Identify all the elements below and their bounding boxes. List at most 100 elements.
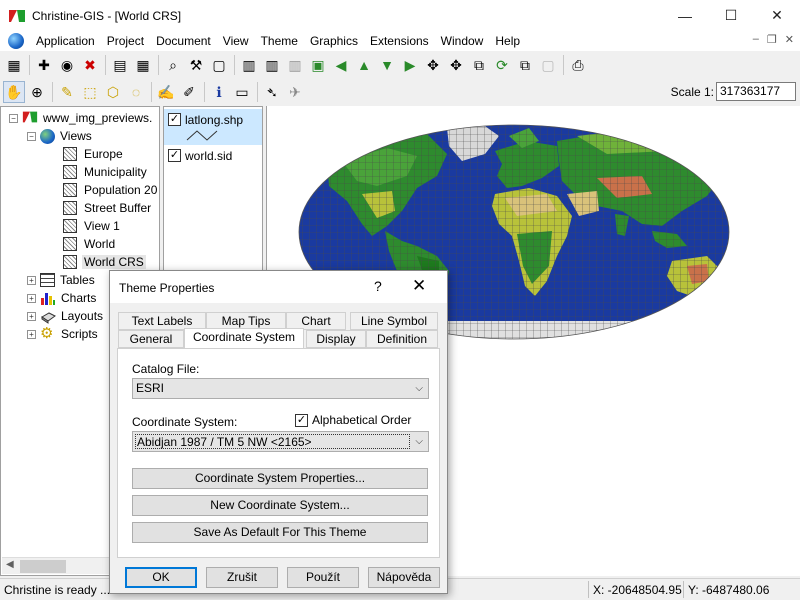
theme-visible-checkbox[interactable]: ✓ — [168, 149, 181, 162]
query-builder-icon[interactable]: ⚒ — [185, 54, 207, 76]
add-theme-icon[interactable]: ✚ — [33, 54, 55, 76]
properties-icon[interactable]: ▦ — [3, 54, 25, 76]
tab-coordinate-system[interactable]: Coordinate System — [184, 328, 304, 348]
pan-down-icon[interactable]: ▼ — [376, 54, 398, 76]
zoom-in-icon[interactable]: ⊕ — [26, 81, 48, 103]
catalog-file-select[interactable]: ESRI ⌵ — [132, 378, 429, 399]
zoom-previous-icon[interactable]: ⧉ — [514, 54, 536, 76]
table-icon — [40, 273, 55, 287]
dialog-close-button[interactable]: ✕ — [412, 276, 426, 296]
save-as-default-button[interactable]: Save As Default For This Theme — [132, 522, 428, 543]
mdi-close-button[interactable]: ✕ — [785, 33, 794, 46]
mdi-restore-button[interactable]: ❐ — [767, 33, 777, 46]
select-icon[interactable]: ⬚ — [79, 81, 101, 103]
clear-selection-icon[interactable]: ▥ — [284, 54, 306, 76]
expand-icon[interactable]: + — [27, 311, 36, 321]
select-features-icon[interactable]: ▥ — [238, 54, 260, 76]
edit-legend-icon[interactable]: ▤ — [109, 54, 131, 76]
scrollbar-thumb[interactable] — [20, 560, 66, 573]
scale-input[interactable]: 317363177 — [716, 82, 796, 101]
legend-theme-world-sid[interactable]: ✓ world.sid — [164, 145, 262, 165]
tree-view-item-selected[interactable]: World CRS — [63, 253, 146, 271]
text-tool-icon[interactable]: ▭ — [231, 81, 253, 103]
measure-icon[interactable]: ✈ — [284, 81, 306, 103]
tree-folder-layouts[interactable]: + Layouts — [27, 307, 105, 325]
label-icon[interactable]: ✐ — [178, 81, 200, 103]
tab-general[interactable]: General — [118, 330, 184, 348]
collapse-icon[interactable]: − — [9, 113, 18, 123]
expand-icon[interactable]: + — [27, 293, 36, 303]
menu-theme[interactable]: Theme — [255, 34, 304, 48]
coordinate-system-properties-button[interactable]: Coordinate System Properties... — [132, 468, 428, 489]
menu-document[interactable]: Document — [150, 34, 217, 48]
view-icon — [63, 201, 77, 215]
select-by-theme-icon[interactable]: ▥ — [261, 54, 283, 76]
zoom-in-fixed-icon[interactable]: ✥ — [422, 54, 444, 76]
collapse-icon[interactable]: − — [27, 131, 36, 141]
menu-window[interactable]: Window — [435, 34, 490, 48]
blank-icon[interactable]: ▢ — [208, 54, 230, 76]
menu-view[interactable]: View — [217, 34, 255, 48]
tree-root[interactable]: − www_img_previews. — [9, 109, 154, 127]
theme-on-icon[interactable]: ◉ — [56, 54, 78, 76]
legend-theme-latlong[interactable]: ✓ latlong.shp — [164, 109, 262, 145]
tab-line-symbol[interactable]: Line Symbol — [350, 312, 438, 330]
help-button[interactable]: Nápověda — [368, 567, 440, 588]
tree-folder-scripts[interactable]: + ⚙ Scripts — [27, 325, 100, 343]
cancel-button[interactable]: Zrušit — [206, 567, 278, 588]
tree-folder-tables[interactable]: + Tables — [27, 271, 97, 289]
tree-view-item[interactable]: Europe — [63, 145, 125, 163]
scroll-left-icon[interactable]: ◀ — [6, 559, 14, 570]
new-coordinate-system-button[interactable]: New Coordinate System... — [132, 495, 428, 516]
open-table-icon[interactable]: ▦ — [132, 54, 154, 76]
theme-visible-checkbox[interactable]: ✓ — [168, 113, 181, 126]
blank2-icon[interactable]: ▢ — [537, 54, 559, 76]
minimize-button[interactable]: — — [662, 0, 708, 31]
menu-application[interactable]: Application — [30, 34, 101, 48]
refresh-icon[interactable]: ⟳ — [491, 54, 513, 76]
select-circle-icon[interactable]: ◌ — [125, 81, 147, 103]
info-icon[interactable]: ℹ — [208, 81, 230, 103]
select-polygon-icon[interactable]: ⬡ — [102, 81, 124, 103]
identify-icon[interactable]: ✎ — [56, 81, 78, 103]
pointer-icon[interactable]: ➴ — [261, 81, 283, 103]
tree-view-item[interactable]: World — [63, 235, 117, 253]
tree-view-item[interactable]: Municipality — [63, 163, 149, 181]
tab-definition[interactable]: Definition — [366, 330, 438, 348]
coordinate-system-label: Coordinate System: — [132, 415, 238, 429]
alphabetical-order-checkbox-row[interactable]: ✓ Alphabetical Order — [295, 413, 411, 427]
pan-up-icon[interactable]: ▲ — [353, 54, 375, 76]
ok-button[interactable]: OK — [125, 567, 197, 588]
tree-folder-views[interactable]: − Views — [27, 127, 94, 145]
pan-hand-icon[interactable]: ✋ — [3, 81, 25, 103]
zoom-full-extent-icon[interactable]: ▣ — [307, 54, 329, 76]
chevron-down-icon: ⌵ — [415, 436, 423, 447]
dialog-help-button[interactable]: ? — [374, 278, 382, 294]
find-icon[interactable]: ⌕ — [162, 54, 184, 76]
pan-right-icon[interactable]: ▶ — [399, 54, 421, 76]
apply-button[interactable]: Použít — [287, 567, 359, 588]
tree-view-item[interactable]: Population 20 — [63, 181, 159, 199]
mdi-minimize-button[interactable]: – — [753, 33, 759, 46]
expand-icon[interactable]: + — [27, 329, 36, 339]
expand-icon[interactable]: + — [27, 275, 36, 285]
pan-left-icon[interactable]: ◀ — [330, 54, 352, 76]
tree-view-item[interactable]: Street Buffer — [63, 199, 153, 217]
delete-icon[interactable]: ✖ — [79, 54, 101, 76]
maximize-button[interactable]: ☐ — [708, 0, 754, 31]
menu-help[interactable]: Help — [489, 34, 526, 48]
menu-project[interactable]: Project — [101, 34, 150, 48]
tree-folder-charts[interactable]: + Charts — [27, 289, 98, 307]
menu-extensions[interactable]: Extensions — [364, 34, 435, 48]
zoom-to-active-icon[interactable]: ⧉ — [468, 54, 490, 76]
christine-logo-icon — [22, 110, 38, 126]
print-icon[interactable]: ⎙ — [567, 54, 589, 76]
zoom-out-fixed-icon[interactable]: ✥ — [445, 54, 467, 76]
alphabetical-order-checkbox[interactable]: ✓ — [295, 413, 308, 427]
menu-graphics[interactable]: Graphics — [304, 34, 364, 48]
tree-view-item[interactable]: View 1 — [63, 217, 122, 235]
draw-icon[interactable]: ✍ — [155, 81, 177, 103]
coordinate-system-select[interactable]: Abidjan 1987 / TM 5 NW <2165> ⌵ — [132, 431, 429, 452]
tab-display[interactable]: Display — [306, 330, 366, 348]
close-button[interactable]: ✕ — [754, 0, 800, 31]
